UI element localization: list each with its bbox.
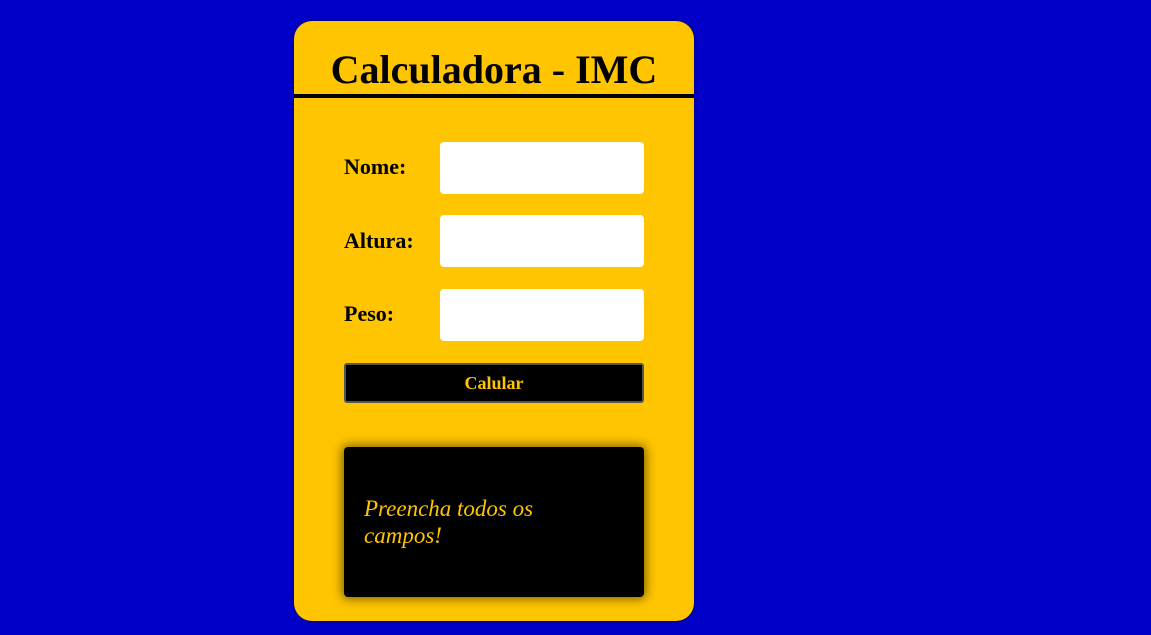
title-divider: [294, 94, 694, 98]
weight-input[interactable]: [440, 289, 644, 341]
weight-label: Peso:: [344, 301, 395, 326]
height-input[interactable]: [440, 215, 644, 267]
name-input[interactable]: [440, 142, 644, 194]
calculate-button[interactable]: Calular: [344, 363, 644, 403]
result-message: Preencha todos os campos!: [364, 496, 534, 548]
result-panel: Preencha todos os campos!: [344, 447, 644, 597]
page-title: Calculadora - IMC: [330, 47, 658, 92]
height-label: Altura:: [344, 228, 414, 253]
name-label: Nome:: [344, 154, 407, 179]
imc-calculator-card: Calculadora - IMC Nome: Altura: Peso: Ca…: [294, 21, 694, 621]
